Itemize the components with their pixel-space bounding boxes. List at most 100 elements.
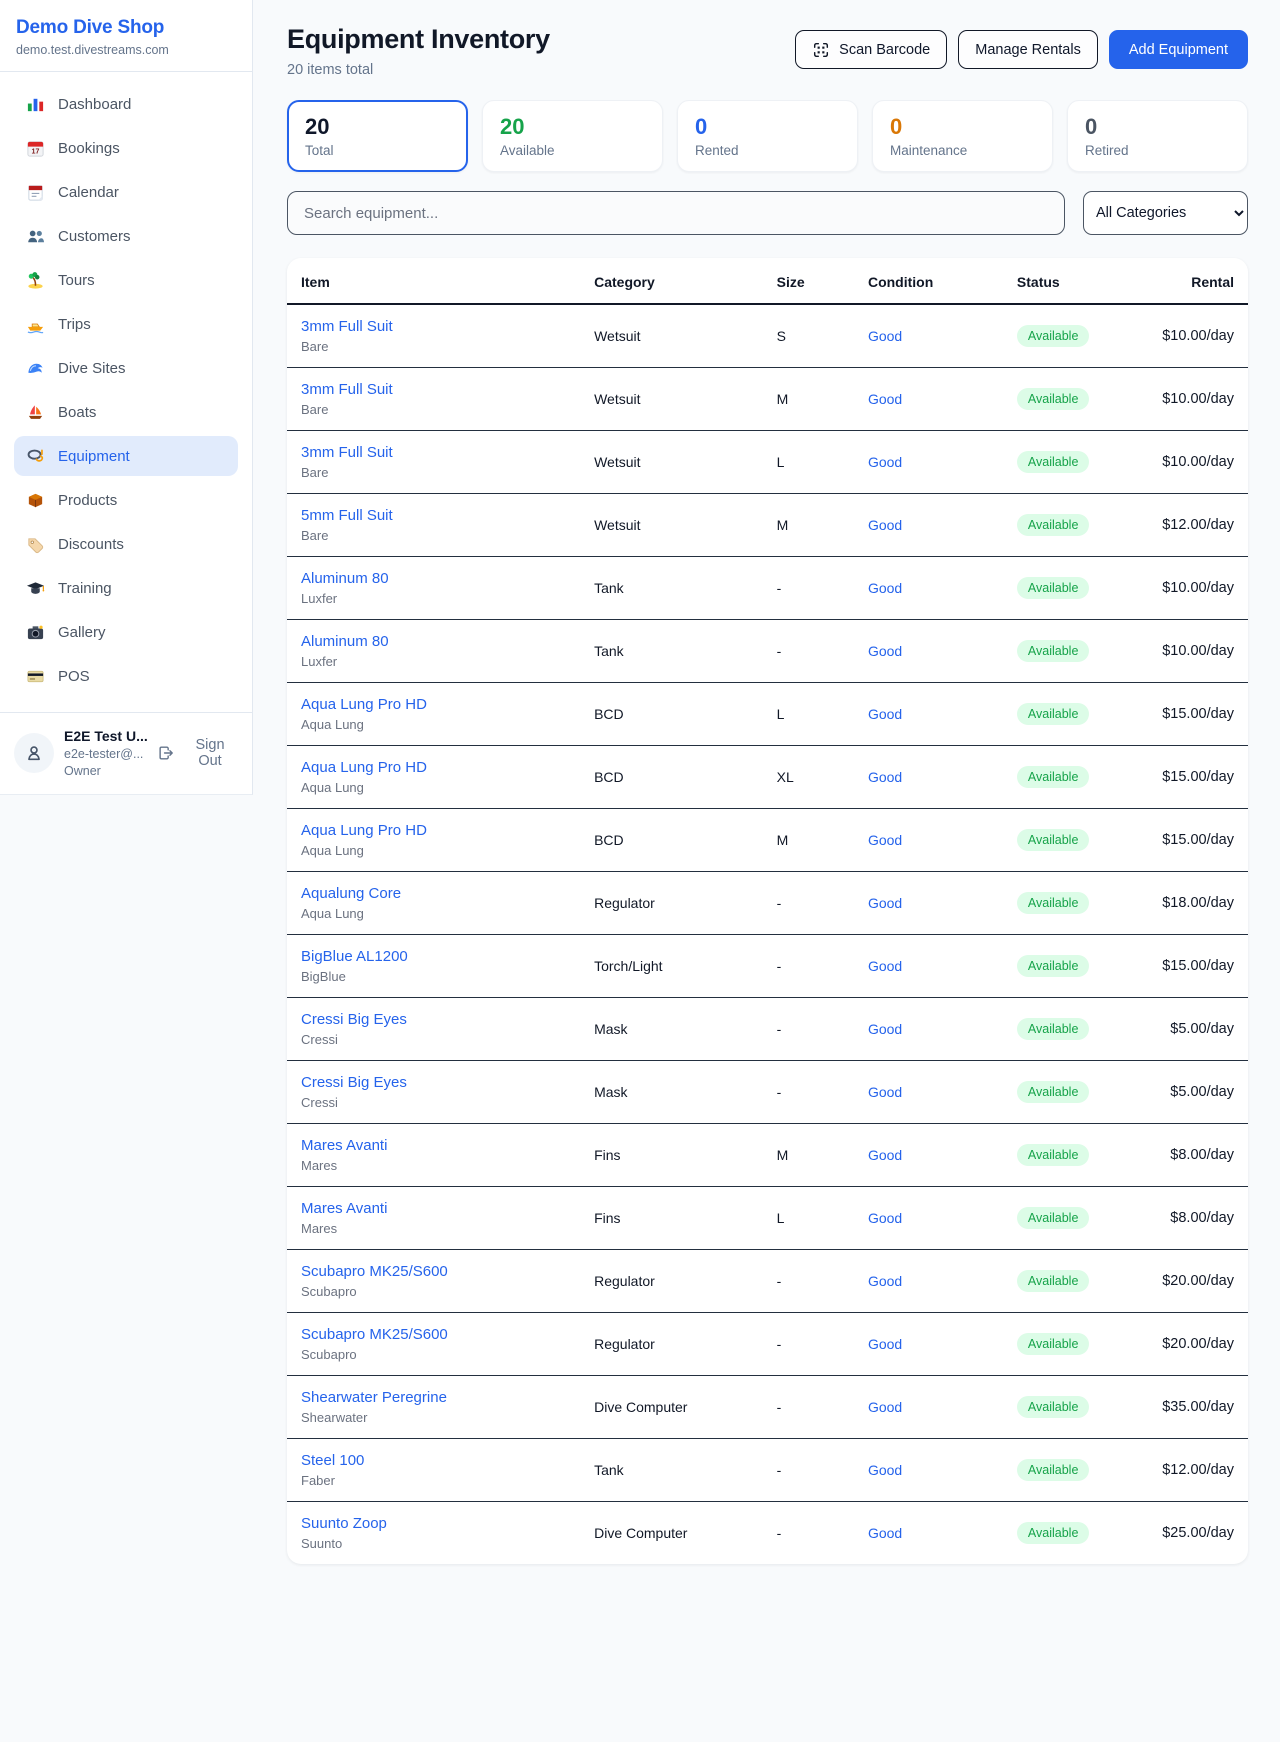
sidebar-item-calendar[interactable]: Calendar [14,172,238,212]
condition-link[interactable]: Good [868,832,902,848]
item-link[interactable]: Cressi Big Eyes [301,1011,407,1028]
stat-card-available[interactable]: 20 Available [482,100,663,172]
table-row: Shearwater Peregrine Shearwater Dive Com… [287,1376,1248,1439]
condition-link[interactable]: Good [868,454,902,470]
brand-domain: demo.test.divestreams.com [16,43,236,57]
item-link[interactable]: Mares Avanti [301,1200,387,1217]
sidebar-item-bookings[interactable]: Bookings [14,128,238,168]
item-category: Wetsuit [580,304,763,368]
condition-link[interactable]: Good [868,1525,902,1541]
item-category: Torch/Light [580,935,763,998]
item-link[interactable]: Scubapro MK25/S600 [301,1326,448,1343]
stat-card-total[interactable]: 20 Total [287,100,468,172]
person-icon [23,742,45,764]
item-category: BCD [580,683,763,746]
sidebar-item-boats[interactable]: Boats [14,392,238,432]
item-rental: $20.00/day [1133,1250,1248,1313]
table-row: Aqualung Core Aqua Lung Regulator - Good… [287,872,1248,935]
condition-link[interactable]: Good [868,1399,902,1415]
products-icon [26,491,45,510]
item-link[interactable]: 3mm Full Suit [301,381,393,398]
item-link[interactable]: Aqualung Core [301,885,401,902]
condition-link[interactable]: Good [868,580,902,596]
item-size: - [763,1313,854,1376]
sidebar-item-discounts[interactable]: Discounts [14,524,238,564]
item-link[interactable]: 5mm Full Suit [301,507,393,524]
item-link[interactable]: Cressi Big Eyes [301,1074,407,1091]
status-badge: Available [1017,1459,1090,1481]
sidebar-item-customers[interactable]: Customers [14,216,238,256]
pos-icon [26,667,45,686]
condition-link[interactable]: Good [868,517,902,533]
user-info: E2E Test U... e2e-tester@... Owner [64,727,147,780]
stat-card-maintenance[interactable]: 0 Maintenance [872,100,1053,172]
item-rental: $15.00/day [1133,683,1248,746]
condition-link[interactable]: Good [868,1273,902,1289]
item-brand: Aqua Lung [301,780,566,795]
item-link[interactable]: Scubapro MK25/S600 [301,1263,448,1280]
condition-link[interactable]: Good [868,1147,902,1163]
col-status: Status [1003,258,1133,304]
sidebar-item-tours[interactable]: Tours [14,260,238,300]
item-link[interactable]: Shearwater Peregrine [301,1389,447,1406]
table-row: Steel 100 Faber Tank - Good Available $1… [287,1439,1248,1502]
item-rental: $18.00/day [1133,872,1248,935]
manage-rentals-button[interactable]: Manage Rentals [958,30,1098,69]
condition-link[interactable]: Good [868,1084,902,1100]
category-select[interactable]: All Categories [1083,191,1248,235]
brand-link[interactable]: Demo Dive Shop demo.test.divestreams.com [0,0,252,72]
table-row: Scubapro MK25/S600 Scubapro Regulator - … [287,1250,1248,1313]
item-brand: Luxfer [301,654,566,669]
add-equipment-button[interactable]: Add Equipment [1109,30,1248,69]
item-link[interactable]: BigBlue AL1200 [301,948,408,965]
stat-label: Maintenance [890,143,1035,158]
item-category: BCD [580,746,763,809]
item-link[interactable]: Aluminum 80 [301,570,389,587]
item-link[interactable]: Aqua Lung Pro HD [301,696,427,713]
stat-card-rented[interactable]: 0 Rented [677,100,858,172]
sign-out-button[interactable]: Sign Out [157,737,238,769]
sidebar-item-dive-sites[interactable]: Dive Sites [14,348,238,388]
status-badge: Available [1017,388,1090,410]
item-link[interactable]: Mares Avanti [301,1137,387,1154]
condition-link[interactable]: Good [868,1021,902,1037]
item-link[interactable]: Aluminum 80 [301,633,389,650]
item-link[interactable]: Aqua Lung Pro HD [301,759,427,776]
condition-link[interactable]: Good [868,895,902,911]
condition-link[interactable]: Good [868,1336,902,1352]
condition-link[interactable]: Good [868,328,902,344]
stat-card-retired[interactable]: 0 Retired [1067,100,1248,172]
condition-link[interactable]: Good [868,391,902,407]
sidebar-item-pos[interactable]: POS [14,656,238,696]
table-row: Mares Avanti Mares Fins M Good Available… [287,1124,1248,1187]
condition-link[interactable]: Good [868,1462,902,1478]
main-content: Equipment Inventory 20 items total Scan … [253,0,1280,1600]
table-row: 3mm Full Suit Bare Wetsuit S Good Availa… [287,304,1248,368]
condition-link[interactable]: Good [868,958,902,974]
sidebar-item-equipment[interactable]: Equipment [14,436,238,476]
condition-link[interactable]: Good [868,643,902,659]
sidebar-item-gallery[interactable]: Gallery [14,612,238,652]
sidebar-item-products[interactable]: Products [14,480,238,520]
item-link[interactable]: 3mm Full Suit [301,444,393,461]
sidebar-item-training[interactable]: Training [14,568,238,608]
item-category: BCD [580,809,763,872]
condition-link[interactable]: Good [868,706,902,722]
search-input[interactable] [287,191,1065,235]
item-link[interactable]: 3mm Full Suit [301,318,393,335]
app-layout: Demo Dive Shop demo.test.divestreams.com… [0,0,1280,1600]
item-rental: $10.00/day [1133,368,1248,431]
item-link[interactable]: Suunto Zoop [301,1515,387,1532]
sidebar-item-dashboard[interactable]: Dashboard [14,84,238,124]
scan-barcode-button[interactable]: Scan Barcode [795,30,947,69]
condition-link[interactable]: Good [868,1210,902,1226]
user-panel: E2E Test U... e2e-tester@... Owner Sign … [0,712,252,794]
sidebar-item-trips[interactable]: Trips [14,304,238,344]
user-email: e2e-tester@... [64,746,147,763]
item-rental: $10.00/day [1133,304,1248,368]
condition-link[interactable]: Good [868,769,902,785]
item-category: Dive Computer [580,1376,763,1439]
training-icon [26,579,45,598]
item-link[interactable]: Steel 100 [301,1452,364,1469]
item-link[interactable]: Aqua Lung Pro HD [301,822,427,839]
